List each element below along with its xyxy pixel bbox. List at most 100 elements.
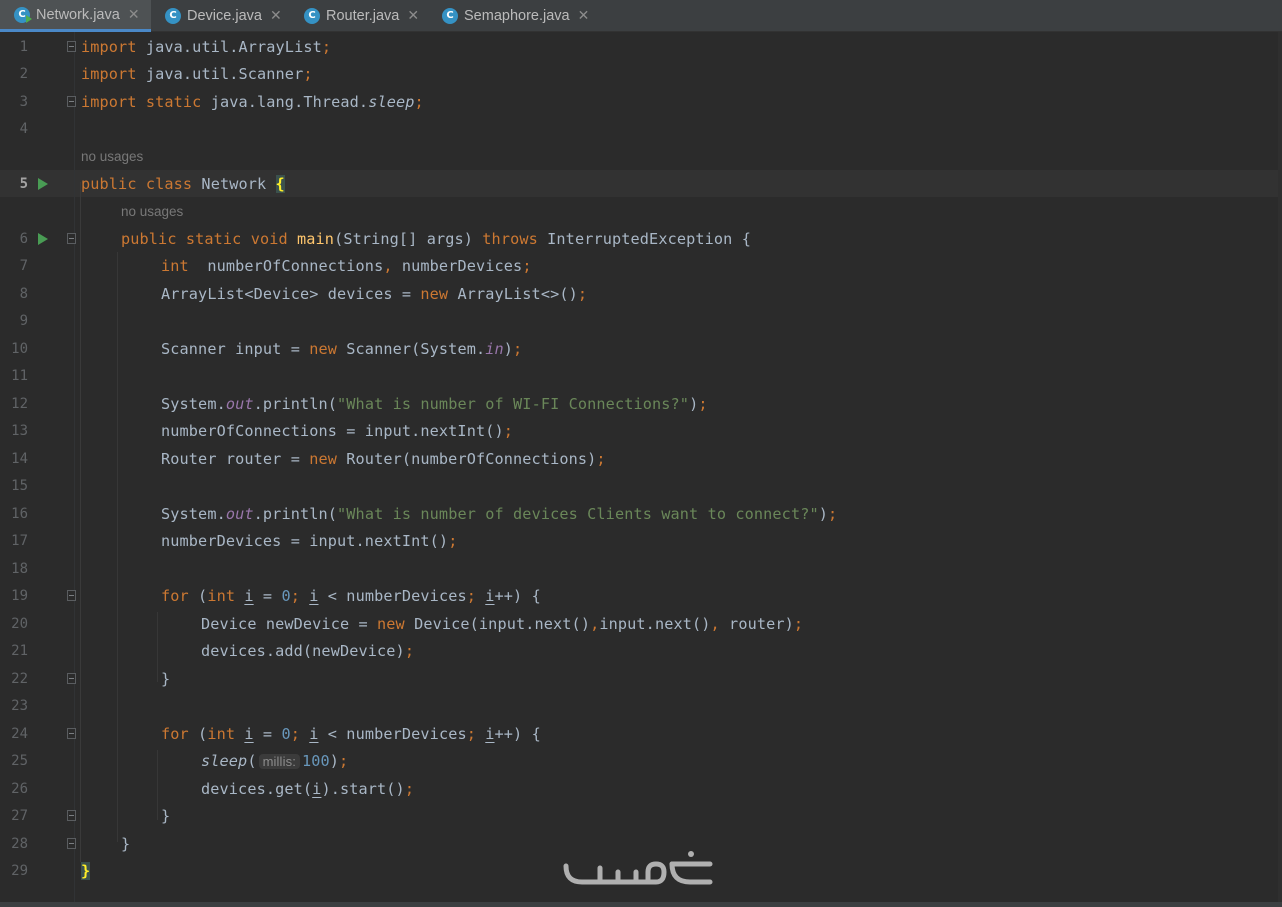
semicolon: ; <box>466 586 476 605</box>
semicolon: ; <box>321 37 332 56</box>
run-gutter-icon[interactable] <box>38 233 48 245</box>
java-class-icon: C <box>165 7 181 24</box>
code-line: 17 numberDevices = input.nextInt(); <box>0 527 1282 554</box>
comma: , <box>383 256 393 275</box>
code-token: ++) { <box>494 724 541 743</box>
semicolon: ; <box>404 641 415 660</box>
keyword: for <box>161 586 189 605</box>
close-icon[interactable]: ✕ <box>578 8 590 24</box>
code-token: ) <box>689 394 699 413</box>
tab-router-java[interactable]: C Router.java ✕ <box>290 0 428 31</box>
fold-marker-icon[interactable] <box>67 810 76 821</box>
loop-variable: i <box>244 586 254 605</box>
line-number: 10 <box>11 340 28 357</box>
horizontal-scrollbar[interactable] <box>0 902 1282 907</box>
line-number: 16 <box>11 505 28 522</box>
java-class-icon: C <box>442 7 458 24</box>
close-icon[interactable]: ✕ <box>128 7 140 23</box>
line-number: 25 <box>11 752 28 769</box>
code-text: ArrayList<Device> devices = new ArrayLis… <box>161 285 587 303</box>
line-number: 9 <box>19 312 28 329</box>
parameter-hint: millis: <box>258 753 300 769</box>
code-token: ArrayList<Device> devices = <box>161 284 421 303</box>
fold-marker-icon[interactable] <box>67 728 76 739</box>
string-literal: "What is number of devices Clients want … <box>337 504 819 523</box>
loop-variable: i <box>309 724 319 743</box>
code-token: router) <box>719 614 794 633</box>
fold-marker-icon[interactable] <box>67 96 76 107</box>
code-line: 15 <box>0 472 1282 499</box>
line-number: 26 <box>11 780 28 797</box>
keyword: import <box>81 37 137 56</box>
fold-marker-icon[interactable] <box>67 673 76 684</box>
semicolon: ; <box>290 586 300 605</box>
code-line: 18 <box>0 555 1282 582</box>
keyword: int <box>161 256 189 275</box>
tab-label: Device.java <box>187 7 262 24</box>
code-text: } <box>161 670 170 688</box>
semicolon: ; <box>513 339 523 358</box>
code-text: System.out.println("What is number of de… <box>161 505 837 523</box>
loop-variable: i <box>485 586 495 605</box>
usages-hint[interactable]: no usages <box>121 204 183 219</box>
code-token: Device(input.next() <box>404 614 591 633</box>
line-number: 5 <box>19 175 28 192</box>
watermark-logo <box>560 846 720 894</box>
code-line: 12 System.out.println("What is number of… <box>0 390 1282 417</box>
static-field: out <box>225 504 254 523</box>
code-token: Router router = <box>161 449 310 468</box>
code-line: 21 devices.add(newDevice); <box>0 637 1282 664</box>
line-number: 14 <box>11 450 28 467</box>
fold-marker-icon[interactable] <box>67 233 76 244</box>
class-name: Network <box>192 174 276 193</box>
code-text: } <box>121 835 130 853</box>
semicolon: ; <box>596 449 606 468</box>
code-line: 26 devices.get(i).start(); <box>0 775 1282 802</box>
code-text: numberDevices = input.nextInt(); <box>161 532 457 550</box>
semicolon: ; <box>503 421 514 440</box>
close-icon[interactable]: ✕ <box>270 8 282 24</box>
fold-marker-icon[interactable] <box>67 838 76 849</box>
line-number: 27 <box>11 807 28 824</box>
run-gutter-icon[interactable] <box>38 178 48 190</box>
code-line: 8 ArrayList<Device> devices = new ArrayL… <box>0 280 1282 307</box>
keyword: int <box>207 586 236 605</box>
keyword: public class <box>81 174 193 193</box>
code-text: for (int i = 0; i < numberDevices; i++) … <box>161 587 541 605</box>
line-number: 19 <box>11 587 28 604</box>
line-number: 17 <box>11 532 28 549</box>
fold-marker-icon[interactable] <box>67 590 76 601</box>
line-number: 18 <box>11 560 28 577</box>
usages-hint[interactable]: no usages <box>81 149 143 164</box>
vertical-scrollbar[interactable] <box>1278 32 1282 902</box>
line-number: 4 <box>19 120 28 137</box>
code-token: java.lang.Thread. <box>201 92 369 111</box>
code-line: 25 sleep(millis: 100); <box>0 747 1282 774</box>
semicolon: ; <box>698 394 708 413</box>
string-literal: "What is number of WI-FI Connections?" <box>337 394 690 413</box>
code-editor[interactable]: 1 import java.util.ArrayList; 2 import j… <box>0 32 1282 902</box>
code-line: 2 import java.util.Scanner; <box>0 60 1282 87</box>
tab-semaphore-java[interactable]: C Semaphore.java ✕ <box>428 0 598 31</box>
line-number: 15 <box>11 477 28 494</box>
keyword: new <box>420 284 449 303</box>
keyword: int <box>207 724 236 743</box>
close-icon[interactable]: ✕ <box>407 8 419 24</box>
fold-marker-icon[interactable] <box>67 41 76 52</box>
code-token: System. <box>161 504 226 523</box>
semicolon: ; <box>828 504 838 523</box>
code-line: 7 int numberOfConnections, numberDevices… <box>0 252 1282 279</box>
tab-device-java[interactable]: C Device.java ✕ <box>151 0 291 31</box>
code-text: System.out.println("What is number of WI… <box>161 395 708 413</box>
keyword: throws <box>482 229 538 248</box>
tab-network-java[interactable]: C Network.java ✕ <box>0 0 151 32</box>
code-token: numberDevices = input.nextInt() <box>161 531 449 550</box>
keyword: public static void <box>121 229 288 248</box>
code-token: Scanner(System. <box>337 339 486 358</box>
keyword: for <box>161 724 189 743</box>
loop-variable: i <box>485 724 495 743</box>
line-number: 29 <box>11 862 28 879</box>
line-number: 28 <box>11 835 28 852</box>
